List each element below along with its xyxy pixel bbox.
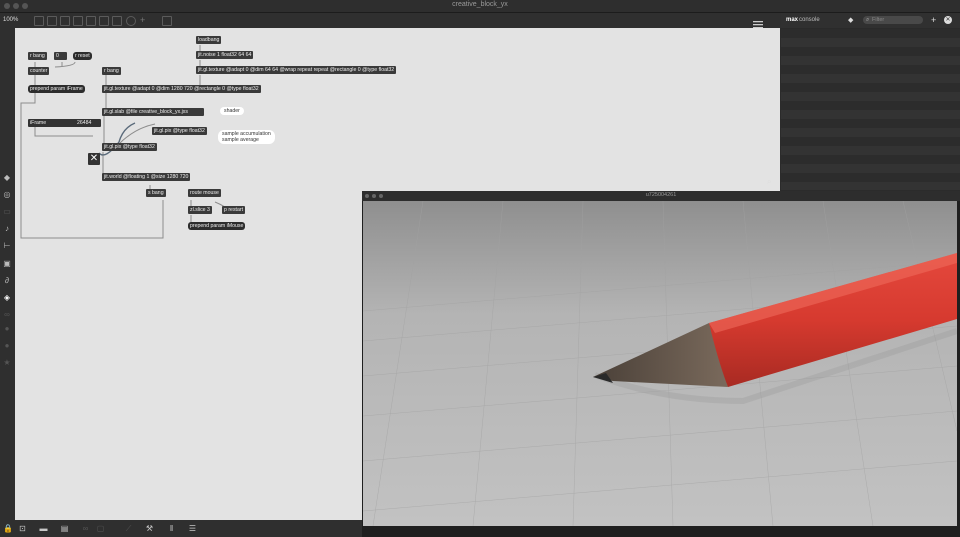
console-options-icon[interactable]: ◆ <box>848 16 853 24</box>
bottom-toolbar: 🔒 ⊡ ▬ ▤ ∞ ▢ ⟋ ⚒ ‖ ☰ <box>0 520 362 537</box>
button-object-icon[interactable] <box>73 16 83 26</box>
link-icon[interactable]: ∞ <box>3 311 11 319</box>
toggle-object-icon[interactable] <box>86 16 96 26</box>
jit-gl-slab-object[interactable]: jit.gl.slab @file creative_block_yx.jxs <box>102 108 204 116</box>
tabs-icon[interactable]: ▭ <box>3 208 11 216</box>
paperclip-icon[interactable]: ∂ <box>3 277 11 285</box>
number-object-icon[interactable] <box>99 16 109 26</box>
s-bang-object[interactable]: s bang <box>146 189 166 197</box>
console-title: console <box>799 17 820 23</box>
lock-icon[interactable]: 🔒 <box>3 524 13 533</box>
r-reset-object[interactable]: r reset <box>73 52 92 60</box>
add-object-icon[interactable]: + <box>140 16 148 25</box>
jit-world-object[interactable]: jit.world @floating 1 @size 1280 720 <box>102 173 191 181</box>
rendered-output <box>363 201 957 526</box>
console-title-bold: max <box>786 17 799 23</box>
image-icon[interactable]: ▣ <box>3 260 11 268</box>
console-filter-placeholder: Filter <box>872 17 885 23</box>
wand-icon[interactable]: ⟋ <box>124 524 133 533</box>
accumulation-comment: sample accumulation sample average <box>218 130 275 144</box>
dial-object-icon[interactable] <box>126 16 136 26</box>
globe-icon[interactable]: ● <box>3 325 11 333</box>
shader-comment: shader <box>220 107 244 115</box>
pencil-on-grid-image <box>363 201 957 526</box>
jit-gl-texture-object-1[interactable]: jit.gl.texture @adapt 0 @dim 64 64 @wrap… <box>196 66 397 74</box>
list-icon[interactable]: ☰ <box>188 524 197 533</box>
wrench-icon[interactable]: ⚒ <box>145 524 154 533</box>
accumulation-comment-line-2: sample average <box>222 137 259 143</box>
zl-slice-object[interactable]: zl.slice 3 <box>188 206 212 214</box>
mixer-icon[interactable]: ‖ <box>167 524 176 533</box>
counter-object[interactable]: counter <box>28 67 50 75</box>
snippets-icon[interactable]: ◈ <box>3 294 11 302</box>
console-add-icon[interactable]: + <box>931 15 936 25</box>
slider-object-icon[interactable] <box>112 16 122 26</box>
console-clear-icon[interactable]: ✕ <box>944 16 952 24</box>
prepend-imouse-message[interactable]: prepend param iMouse <box>188 222 246 230</box>
clock-icon[interactable]: ● <box>3 342 11 350</box>
debug-icon[interactable]: ∞ <box>81 524 90 533</box>
zoom-menu[interactable]: 100% <box>3 17 18 23</box>
new-message-icon[interactable] <box>47 16 57 26</box>
windows-icon[interactable]: ▤ <box>60 524 69 533</box>
filter-search-icon: ⌕ <box>866 17 870 23</box>
close-x-icon[interactable]: ✕ <box>88 153 100 165</box>
console-filter-field[interactable]: ⌕ Filter <box>863 16 923 24</box>
presentation-icon[interactable] <box>162 16 172 26</box>
window-title: creative_block_yx <box>452 1 508 8</box>
r-bang-object[interactable]: r bang <box>28 52 47 60</box>
route-mouse-object[interactable]: route mouse <box>188 189 221 197</box>
window-titlebar: creative_block_yx <box>0 0 960 13</box>
presentation-mode-icon[interactable]: ▬ <box>39 524 48 533</box>
jit-gl-pix-object-2[interactable]: jit.gl.pix @type float32 <box>102 143 157 151</box>
package-icon[interactable]: ◆ <box>3 174 11 182</box>
new-comment-icon[interactable] <box>60 16 70 26</box>
left-sidebar: ◆ ◎ ▭ ♪ ⊢ ▣ ∂ ◈ ∞ ● ● ★ <box>0 28 15 524</box>
star-icon[interactable]: ★ <box>3 359 11 367</box>
jit-noise-object[interactable]: jit.noise 1 float32 64 64 <box>196 51 254 59</box>
max-console-panel: max console ◆ ⌕ Filter + ✕ <box>781 13 960 190</box>
vst-icon[interactable]: ⊢ <box>3 242 11 250</box>
p-restart-object[interactable]: p restart <box>222 206 246 214</box>
target-icon[interactable]: ◎ <box>3 191 11 199</box>
jit-gl-pix-object-1[interactable]: jit.gl.pix @type float32 <box>152 127 207 135</box>
prepend-iframe-message[interactable]: prepend param iFrame <box>28 85 85 93</box>
iframe-value-box[interactable]: 26484 <box>75 119 101 127</box>
loadbang-object[interactable]: loadbang <box>196 36 222 44</box>
edit-mode-icon[interactable]: ⊡ <box>18 524 27 533</box>
search-icon[interactable]: ⌕ <box>767 177 777 187</box>
sidebar-toggle-icon[interactable] <box>753 16 763 29</box>
render-window[interactable]: u725004261 <box>362 191 960 537</box>
console-header: max console ◆ ⌕ Filter + ✕ <box>781 13 960 28</box>
music-note-icon[interactable]: ♪ <box>3 225 11 233</box>
grid-icon[interactable]: ▢ <box>96 524 105 533</box>
render-window-title: u725004261 <box>645 192 677 198</box>
render-window-titlebar: u725004261 <box>362 191 960 201</box>
iframe-label: iFrame <box>28 119 77 127</box>
r-bang-object-2[interactable]: r bang <box>102 67 121 75</box>
jit-gl-texture-object-2[interactable]: jit.gl.texture @adapt 0 @dim 1280 720 @r… <box>102 85 261 93</box>
new-object-icon[interactable] <box>34 16 44 26</box>
number-box[interactable]: 0 <box>54 52 67 60</box>
